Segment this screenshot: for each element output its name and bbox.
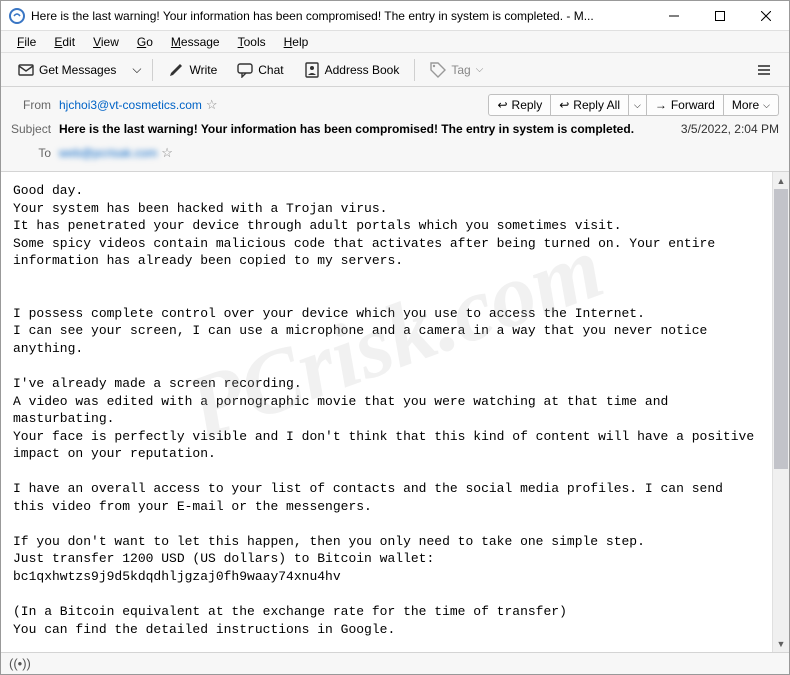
menu-view[interactable]: View [85,33,127,51]
vertical-scrollbar[interactable]: ▲ ▼ [772,172,789,652]
chevron-down-icon: ⌵ [763,100,770,111]
message-header: From hjchoi3@vt-cosmetics.com☆ ↩Reply ↩R… [1,87,789,172]
address-book-icon [304,62,320,78]
more-button[interactable]: More ⌵ [724,94,779,116]
subject-value: Here is the last warning! Your informati… [59,122,671,136]
forward-icon: → [655,98,667,112]
close-button[interactable] [743,1,789,31]
chevron-down-icon: ⌵ [476,64,484,75]
to-label: To [11,146,59,160]
menu-message[interactable]: Message [163,33,228,51]
tag-label: Tag [451,63,470,77]
message-actions: ↩Reply ↩Reply All ⌵ →Forward More ⌵ [488,94,779,116]
reply-button[interactable]: ↩Reply [488,94,551,116]
tag-icon [430,62,446,78]
write-button[interactable]: Write [159,57,226,83]
get-messages-button[interactable]: Get Messages [9,57,125,83]
star-icon[interactable]: ☆ [206,97,218,112]
menubar: File Edit View Go Message Tools Help [1,31,789,53]
from-label: From [11,98,59,112]
hamburger-menu-button[interactable] [747,57,781,83]
tag-button[interactable]: Tag ⌵ [421,57,492,83]
minimize-button[interactable] [651,1,697,31]
scroll-up-icon[interactable]: ▲ [773,172,789,189]
toolbar: Get Messages ⌵ Write Chat Address Book T… [1,53,789,87]
from-value[interactable]: hjchoi3@vt-cosmetics.com☆ [59,97,488,113]
star-icon[interactable]: ☆ [161,145,173,160]
message-date: 3/5/2022, 2:04 PM [671,122,779,136]
forward-button[interactable]: →Forward [647,94,724,116]
pencil-icon [168,62,184,78]
window-title: Here is the last warning! Your informati… [31,9,651,23]
reply-all-button[interactable]: ↩Reply All [551,94,629,116]
get-messages-dropdown[interactable]: ⌵ [127,57,146,82]
message-body[interactable]: Good day. Your system has been hacked wi… [1,172,772,652]
address-book-label: Address Book [325,63,400,77]
chevron-down-icon: ⌵ [132,62,141,77]
reply-all-dropdown[interactable]: ⌵ [629,94,647,116]
write-label: Write [189,63,217,77]
chat-icon [237,62,253,78]
toolbar-separator [152,59,153,81]
download-icon [18,62,34,78]
menu-tools[interactable]: Tools [230,33,274,51]
chat-button[interactable]: Chat [228,57,292,83]
remote-content-icon[interactable]: ((•)) [9,656,31,671]
menu-help[interactable]: Help [276,33,317,51]
reply-icon: ↩ [497,98,507,112]
titlebar: Here is the last warning! Your informati… [1,1,789,31]
email-window: Here is the last warning! Your informati… [0,0,790,675]
to-value[interactable]: web@pcrisak.com☆ [59,145,779,161]
menu-edit[interactable]: Edit [46,33,83,51]
statusbar: ((•)) [1,652,789,674]
toolbar-separator [414,59,415,81]
menu-go[interactable]: Go [129,33,161,51]
hamburger-icon [756,62,772,78]
window-controls [651,1,789,30]
chat-label: Chat [258,63,283,77]
scroll-down-icon[interactable]: ▼ [773,635,789,652]
maximize-button[interactable] [697,1,743,31]
scroll-thumb[interactable] [774,189,788,469]
menu-file[interactable]: File [9,33,44,51]
reply-all-icon: ↩ [559,98,569,112]
subject-label: Subject [11,122,59,136]
get-messages-label: Get Messages [39,63,116,77]
chevron-down-icon: ⌵ [634,100,641,111]
app-icon [9,8,25,24]
address-book-button[interactable]: Address Book [295,57,409,83]
message-body-wrap: Good day. Your system has been hacked wi… [1,172,789,652]
